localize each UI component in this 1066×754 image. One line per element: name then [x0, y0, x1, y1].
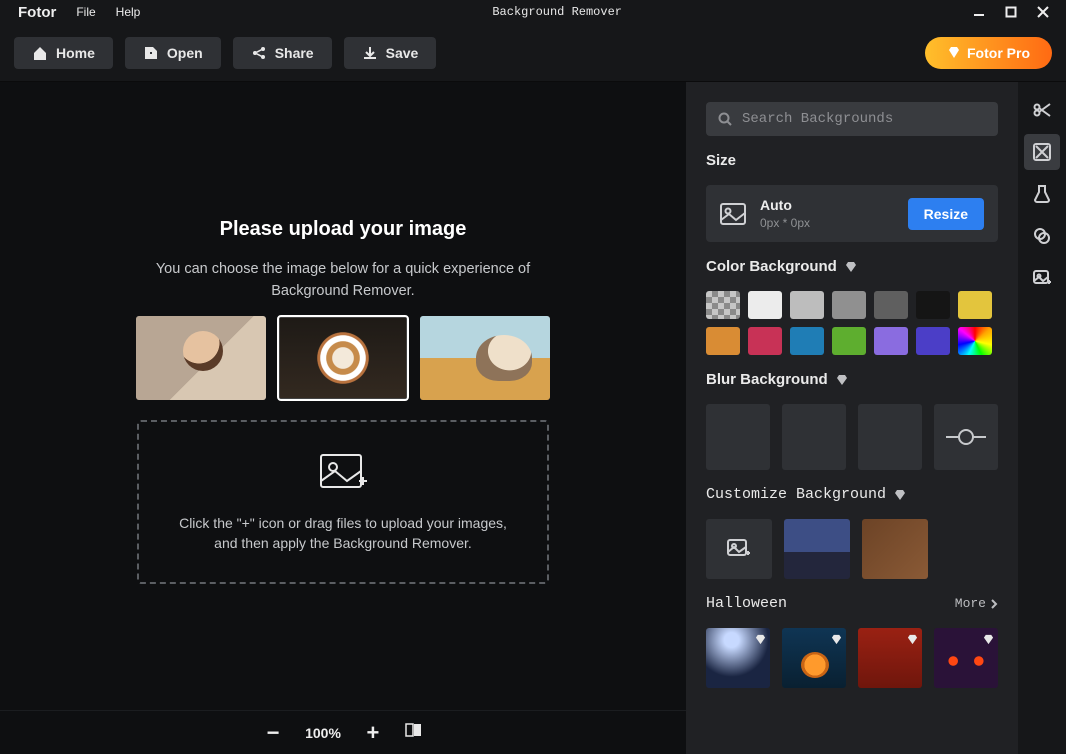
share-button[interactable]: Share — [233, 37, 332, 69]
open-button[interactable]: Open — [125, 37, 221, 69]
search-icon — [718, 112, 732, 126]
chevron-right-icon — [990, 599, 998, 609]
blur-option-custom[interactable] — [934, 404, 998, 470]
upload-dropzone[interactable]: Click the "+" icon or drag files to uplo… — [137, 420, 549, 584]
color-bg-title: Color Background — [706, 258, 998, 275]
customize-bg-mountain[interactable] — [784, 519, 850, 579]
zoom-bar: − 100% + — [0, 710, 686, 754]
window-title: Background Remover — [150, 5, 964, 19]
sample-image-portrait[interactable] — [136, 316, 266, 400]
home-button[interactable]: Home — [14, 37, 113, 69]
fotor-pro-button[interactable]: Fotor Pro — [925, 37, 1052, 69]
share-button-label: Share — [275, 45, 314, 61]
zoom-in-button[interactable]: + — [363, 720, 383, 746]
canvas-area: Please upload your image You can choose … — [0, 82, 686, 754]
diamond-icon — [947, 46, 961, 60]
tool-cutout[interactable] — [1024, 92, 1060, 128]
file-plus-icon — [143, 45, 159, 61]
image-plus-icon — [1032, 268, 1052, 288]
customize-upload-tile[interactable] — [706, 519, 772, 579]
swatch-indigo[interactable] — [916, 327, 950, 355]
compare-icon — [405, 722, 423, 738]
scissors-icon — [1032, 100, 1052, 120]
swatch-black[interactable] — [916, 291, 950, 319]
swatch-green[interactable] — [832, 327, 866, 355]
home-icon — [32, 45, 48, 61]
size-section-title: Size — [706, 152, 998, 169]
customize-bg-title: Customize Background — [706, 486, 998, 503]
save-button[interactable]: Save — [344, 37, 437, 69]
swatch-transparent[interactable] — [706, 291, 740, 319]
tool-color[interactable] — [1024, 218, 1060, 254]
swatch-lavender[interactable] — [874, 327, 908, 355]
image-plus-icon — [727, 539, 751, 559]
tool-effects[interactable] — [1024, 176, 1060, 212]
search-backgrounds-input[interactable]: Search Backgrounds — [706, 102, 998, 136]
zoom-out-button[interactable]: − — [263, 720, 283, 746]
swatch-blue[interactable] — [790, 327, 824, 355]
zoom-value: 100% — [305, 725, 341, 741]
halloween-bg-2[interactable] — [782, 628, 846, 688]
size-card: Auto 0px * 0px Resize — [706, 185, 998, 242]
upload-heading: Please upload your image — [220, 218, 467, 241]
save-button-label: Save — [386, 45, 419, 61]
dropzone-text-line1: Click the "+" icon or drag files to uplo… — [179, 515, 507, 531]
remove-bg-icon — [1032, 142, 1052, 162]
size-mode: Auto — [760, 197, 810, 213]
sample-image-coffee[interactable] — [278, 316, 408, 400]
halloween-bg-4[interactable] — [934, 628, 998, 688]
sample-image-dog[interactable] — [420, 316, 550, 400]
side-toolbar — [1018, 82, 1066, 754]
upload-subtext: You can choose the image below for a qui… — [156, 259, 530, 303]
compare-toggle[interactable] — [405, 722, 423, 743]
swatch-magenta[interactable] — [748, 327, 782, 355]
blur-option-med[interactable] — [858, 404, 922, 470]
swatch-orange[interactable] — [706, 327, 740, 355]
fotor-pro-label: Fotor Pro — [967, 45, 1030, 61]
blur-option-low[interactable] — [782, 404, 846, 470]
share-icon — [251, 45, 267, 61]
beaker-icon — [1032, 184, 1052, 204]
menu-help[interactable]: Help — [106, 0, 151, 24]
tool-add-image[interactable] — [1024, 260, 1060, 296]
halloween-title-row: Halloween More — [706, 595, 998, 612]
swatch-rainbow[interactable] — [958, 327, 992, 355]
open-button-label: Open — [167, 45, 203, 61]
swatch-dark-gray[interactable] — [874, 291, 908, 319]
menu-file[interactable]: File — [66, 0, 105, 24]
swatch-light-gray[interactable] — [748, 291, 782, 319]
halloween-title: Halloween — [706, 595, 787, 612]
blur-bg-title: Blur Background — [706, 371, 998, 388]
titlebar: Fotor File Help Background Remover — [0, 0, 1066, 24]
home-button-label: Home — [56, 45, 95, 61]
halloween-bg-3[interactable] — [858, 628, 922, 688]
diamond-icon — [845, 261, 857, 273]
download-icon — [362, 45, 378, 61]
tool-background-remover[interactable] — [1024, 134, 1060, 170]
halloween-bg-1[interactable] — [706, 628, 770, 688]
color-layers-icon — [1032, 226, 1052, 246]
backgrounds-panel: Search Backgrounds Size Auto 0px * 0px R… — [686, 82, 1018, 754]
halloween-more-link[interactable]: More — [955, 596, 998, 611]
window-close-button[interactable] — [1034, 3, 1052, 21]
image-icon — [720, 203, 746, 225]
brand-logo: Fotor — [8, 4, 66, 21]
window-maximize-button[interactable] — [1002, 3, 1020, 21]
blur-option-none[interactable] — [706, 404, 770, 470]
swatch-gray[interactable] — [790, 291, 824, 319]
customize-bg-wood[interactable] — [862, 519, 928, 579]
color-swatches — [706, 291, 998, 355]
window-minimize-button[interactable] — [970, 3, 988, 21]
diamond-icon — [836, 374, 848, 386]
swatch-mid-gray[interactable] — [832, 291, 866, 319]
resize-button[interactable]: Resize — [908, 198, 984, 230]
swatch-yellow[interactable] — [958, 291, 992, 319]
image-plus-icon — [317, 451, 369, 495]
dropzone-text-line2: and then apply the Background Remover. — [214, 535, 472, 551]
diamond-icon — [894, 489, 906, 501]
search-placeholder: Search Backgrounds — [742, 111, 893, 127]
size-dims: 0px * 0px — [760, 216, 810, 230]
main-toolbar: Home Open Share Save Fotor Pro — [0, 24, 1066, 82]
